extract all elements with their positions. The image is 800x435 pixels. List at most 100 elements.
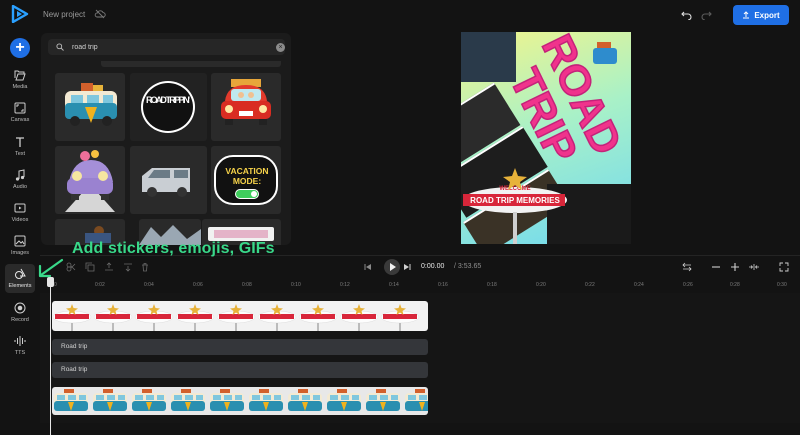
ruler-tick: 0:30 [777,282,787,288]
road-trippin-sticker-icon: ROAD TRIPPIN' [141,81,195,133]
fit-tracks-icon[interactable] [682,262,692,272]
vacation-mode-text: VACATION MODE: [225,166,269,186]
tutorial-hint: Add stickers, emojis, GIFs [72,240,275,257]
play-button[interactable] [384,259,400,275]
zoom-in-icon[interactable] [730,262,740,272]
previous-row-edge [101,61,281,67]
sidebar-item-canvas[interactable]: Canvas [0,102,40,123]
welcome-sign-filmstrip [52,303,420,331]
road-trippin-text: ROAD TRIPPIN' [146,95,190,105]
canvas-icon [14,102,26,114]
sidebar-item-elements[interactable]: Elements [5,264,35,293]
videos-icon [14,203,26,213]
sticker-tile-camper-van[interactable] [55,73,125,141]
play-icon [390,263,396,271]
sidebar-item-audio[interactable]: Audio [0,169,40,190]
track-clip-welcome-sign[interactable] [52,301,428,331]
ruler-tick: 0:16 [438,282,448,288]
sticker-tile-road-trippin[interactable]: ROAD TRIPPIN' [130,73,207,141]
ruler-tick: 0:10 [291,282,301,288]
duplicate-icon[interactable] [85,262,95,272]
playhead[interactable] [50,277,51,435]
editor-app: New project Export + Media Canvas Text A… [0,0,800,435]
sidebar-item-label: Audio [12,184,28,190]
sidebar-item-tts[interactable]: TTS [0,335,40,356]
sticker-tile-red-car[interactable] [211,73,281,141]
ruler-tick: 0:06 [193,282,203,288]
undo-icon[interactable] [681,10,692,20]
search-input[interactable] [72,41,262,53]
app-logo-icon[interactable] [11,5,29,23]
add-button[interactable]: + [10,38,30,58]
sidebar-item-label: Videos [11,217,29,223]
ruler-tick: 0:28 [730,282,740,288]
sidebar-item-record[interactable]: Record [0,302,40,323]
elements-icon [15,268,26,279]
sidebar-item-media[interactable]: Media [0,69,40,90]
split-icon[interactable] [66,262,76,272]
timeline-toolbar: 0:00.00 / 3:53.65 [40,255,800,277]
sticker-tile-purple-car[interactable] [55,146,125,214]
ruler-tick: 0:08 [242,282,252,288]
camper-van-sticker-icon [65,83,117,126]
sticker-tile-silver-van[interactable] [130,146,207,214]
search-icon [56,43,64,51]
record-icon [14,302,26,314]
track-label: Road trip [61,366,88,373]
project-title[interactable]: New project [43,10,85,19]
sidebar-item-label: Media [12,84,28,90]
sidebar-item-images[interactable]: Images [0,235,40,256]
ruler-tick: 0:26 [683,282,693,288]
clear-search-icon[interactable]: × [276,43,285,52]
skip-back-icon[interactable] [363,262,373,272]
ruler-tick: 0:24 [634,282,644,288]
ruler-tick: 0 [54,282,57,288]
cloud-sync-icon [94,9,106,19]
track-clip-text[interactable]: Road trip [52,362,428,378]
sidebar-item-videos[interactable]: Videos [0,202,40,223]
toggle-graphic [235,189,259,199]
ruler-tick: 0:14 [389,282,399,288]
hint-arrow-icon [38,258,64,278]
tts-icon [14,336,26,346]
export-label: Export [754,10,780,20]
images-icon [14,235,26,247]
search-bar: × [48,39,285,55]
playhead-handle[interactable] [47,277,54,287]
left-sidebar: + Media Canvas Text Audio Videos Images … [0,32,40,435]
preview-artwork: ROAD TRIP ROAD TRIP MEMORIES WELCOME [461,32,631,244]
preview-sign-welcome: WELCOME [499,186,530,192]
ruler-tick: 0:04 [144,282,154,288]
ruler-tick: 0:20 [536,282,546,288]
track-clip-camper-van[interactable] [52,387,428,415]
fit-timeline-icon[interactable] [749,262,759,272]
purple-car-sticker-icon [65,150,115,212]
sidebar-item-text[interactable]: Text [0,136,40,157]
media-icon [14,70,26,81]
sidebar-item-label: Images [10,250,30,256]
zoom-out-icon[interactable] [711,262,721,272]
total-duration: / 3:53.65 [454,263,482,270]
redo-icon[interactable] [701,10,712,20]
track-label: Road trip [61,343,88,350]
top-bar: New project Export [0,0,800,32]
sidebar-item-label: Text [14,151,26,157]
skip-forward-icon[interactable] [402,262,412,272]
camper-van-filmstrip [54,389,428,411]
upload-icon [743,11,750,19]
sidebar-item-label: Elements [8,283,32,289]
canvas-preview[interactable]: ROAD TRIP ROAD TRIP MEMORIES WELCOME [461,32,631,244]
delete-icon[interactable] [140,262,150,272]
expand-icon[interactable] [779,262,789,272]
track-clip-text[interactable]: Road trip [52,339,428,355]
sticker-tile-vacation-mode[interactable]: VACATION MODE: [211,146,281,214]
timeline-ruler[interactable]: 0 0:02 0:04 0:06 0:08 0:10 0:12 0:14 0:1… [40,279,800,293]
export-button[interactable]: Export [733,5,789,25]
move-up-icon[interactable] [104,262,114,272]
preview-sign-main: ROAD TRIP MEMORIES [470,196,560,205]
move-down-icon[interactable] [123,262,133,272]
audio-icon [15,169,25,181]
current-time: 0:00.00 [421,263,445,270]
ruler-tick: 0:22 [585,282,595,288]
sidebar-item-label: Canvas [10,117,30,123]
